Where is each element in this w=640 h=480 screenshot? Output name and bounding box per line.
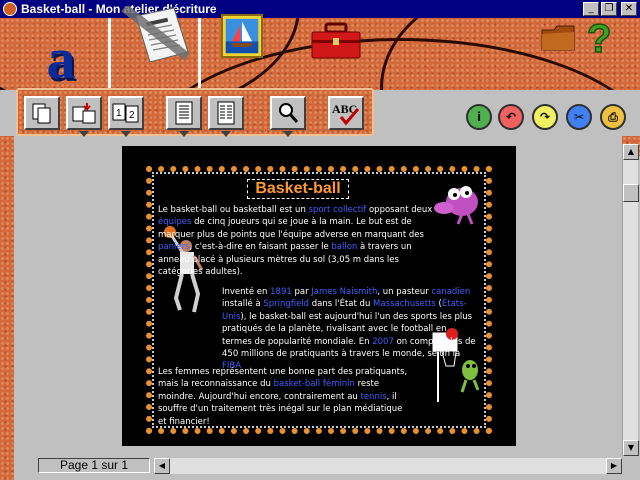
two-columns-icon bbox=[217, 101, 235, 125]
info-button[interactable]: i bbox=[466, 104, 492, 130]
window-title: Basket-ball - Mon atelier d'écriture bbox=[21, 2, 217, 16]
dropdown-arrow-icon[interactable] bbox=[121, 131, 131, 137]
page-numbers-button[interactable]: 12 bbox=[108, 96, 144, 137]
divider bbox=[198, 18, 201, 90]
divider bbox=[108, 18, 111, 90]
hyperlink[interactable]: canadien bbox=[431, 287, 470, 297]
dropdown-arrow-icon[interactable] bbox=[179, 131, 189, 137]
hyperlink[interactable]: sport collectif bbox=[309, 205, 367, 215]
paragraph-text: , c'est-à-dire en faisant passer le bbox=[189, 242, 332, 253]
title-bar: Basket-ball - Mon atelier d'écriture _ ❐… bbox=[0, 0, 640, 18]
undo-button[interactable]: ↶ bbox=[498, 104, 524, 130]
cut-button[interactable]: ✂ bbox=[566, 104, 592, 130]
spellcheck-icon: ABC bbox=[332, 102, 360, 126]
maximize-button[interactable]: ❐ bbox=[601, 2, 617, 16]
app-icon[interactable] bbox=[3, 2, 17, 16]
horizontal-scrollbar[interactable]: ◀ ▶ bbox=[154, 458, 622, 474]
paragraph-3: Les femmes représentent une bonne part d… bbox=[158, 366, 408, 428]
insert-page-icon bbox=[72, 103, 96, 124]
dropdown-arrow-icon[interactable] bbox=[283, 131, 293, 137]
pages-icon bbox=[32, 103, 51, 124]
image-tool-icon[interactable] bbox=[221, 14, 263, 58]
scroll-left-button[interactable]: ◀ bbox=[154, 458, 170, 474]
hyperlink[interactable]: Massachusetts bbox=[373, 299, 436, 309]
paragraph-text: installé à bbox=[222, 299, 264, 310]
minimize-button[interactable]: _ bbox=[583, 2, 599, 16]
paragraph-text: par bbox=[291, 287, 312, 297]
hyperlink[interactable]: ballon bbox=[331, 242, 357, 252]
single-column-icon bbox=[175, 101, 193, 125]
app-window: { "window": { "title": "Basket-ball - Mo… bbox=[0, 0, 640, 480]
paragraph-text: , un pasteur bbox=[377, 287, 432, 297]
two-columns-button[interactable] bbox=[208, 96, 244, 137]
text-tool-icon[interactable]: a bbox=[22, 30, 100, 88]
toolbox-icon[interactable] bbox=[310, 22, 362, 60]
hyperlink[interactable]: 1891 bbox=[270, 287, 292, 297]
hyperlink[interactable]: tennis bbox=[361, 392, 387, 402]
close-button[interactable]: ✕ bbox=[621, 2, 637, 16]
help-icon[interactable]: ? bbox=[585, 16, 615, 66]
hyperlink[interactable]: basket-ball féminin bbox=[274, 379, 355, 389]
redo-button[interactable]: ↷ bbox=[532, 104, 558, 130]
insert-page-button[interactable] bbox=[66, 96, 102, 137]
paragraph-text: opposant deux bbox=[366, 205, 433, 215]
hyperlink[interactable]: James Naismith bbox=[311, 287, 377, 297]
paragraph-text: dans l'État du bbox=[309, 299, 374, 310]
single-column-button[interactable] bbox=[166, 96, 202, 137]
hyperlink[interactable]: paniers bbox=[158, 242, 190, 252]
hyperlink[interactable]: équipes bbox=[158, 217, 191, 227]
page-numbers-icon: 12 bbox=[112, 103, 139, 123]
spellcheck-button[interactable]: ABC bbox=[328, 96, 364, 130]
paragraph-text: de cinq joueurs qui se joue à la main. L… bbox=[158, 217, 424, 240]
svg-text:?: ? bbox=[587, 17, 611, 61]
scroll-right-button[interactable]: ▶ bbox=[606, 458, 622, 474]
scroll-up-button[interactable]: ▲ bbox=[623, 144, 639, 160]
folder-icon[interactable] bbox=[540, 24, 576, 52]
search-icon bbox=[279, 103, 299, 123]
svg-text:2: 2 bbox=[129, 110, 135, 121]
paragraph-text: Inventé en bbox=[222, 287, 271, 297]
paragraph-1: Le basket-ball ou basketball est un spor… bbox=[158, 204, 444, 278]
paragraph-2: Inventé en 1891 par James Naismith, un p… bbox=[222, 286, 476, 373]
print-button[interactable]: ⎙ bbox=[600, 104, 626, 130]
scroll-thumb[interactable] bbox=[623, 184, 639, 202]
duplicate-page-button[interactable] bbox=[24, 96, 60, 130]
hyperlink[interactable]: 2007 bbox=[372, 337, 394, 347]
svg-text:1: 1 bbox=[116, 108, 122, 119]
hyperlink[interactable]: Springfield bbox=[263, 299, 309, 309]
newspaper-icon[interactable] bbox=[116, 6, 196, 66]
format-toolbar: 12 ABC bbox=[16, 88, 374, 137]
dropdown-arrow-icon[interactable] bbox=[79, 131, 89, 137]
left-decoration bbox=[0, 136, 14, 480]
scroll-down-button[interactable]: ▼ bbox=[623, 440, 639, 456]
page-indicator: Page 1 sur 1 bbox=[38, 458, 150, 473]
dropdown-arrow-icon[interactable] bbox=[221, 131, 231, 137]
search-button[interactable] bbox=[270, 96, 306, 137]
status-bar: Page 1 sur 1 ◀ ▶ bbox=[14, 458, 622, 474]
document-title: Basket-ball bbox=[247, 179, 349, 199]
paragraph-text: Le basket-ball ou basketball est un bbox=[158, 205, 309, 215]
vertical-scrollbar[interactable]: ▲ ▼ bbox=[622, 144, 639, 456]
